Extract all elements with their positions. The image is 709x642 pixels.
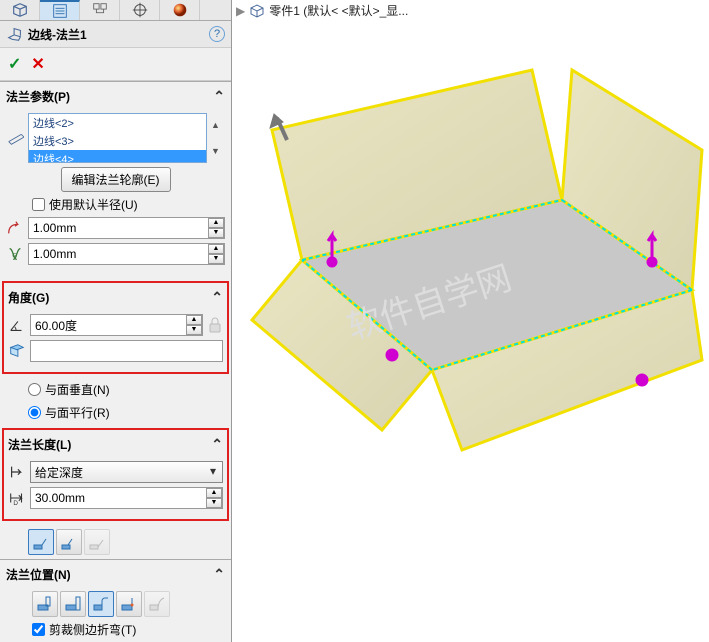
trim-side-bends-label: 剪裁侧边折弯(T) bbox=[49, 621, 136, 638]
list-icon bbox=[51, 2, 69, 20]
svg-text:G: G bbox=[12, 253, 17, 260]
section-head-position: 法兰位置(N) bbox=[6, 566, 71, 583]
length-input[interactable] bbox=[30, 487, 223, 509]
spin-up-icon[interactable]: ▲ bbox=[206, 488, 222, 498]
angle-input[interactable] bbox=[30, 314, 203, 336]
position-iconbar bbox=[32, 591, 225, 617]
model-preview-icon: 软件自学网 bbox=[232, 0, 709, 642]
panel-tabs bbox=[0, 0, 231, 21]
section-angle-highlight: 角度(G) ⌃ ▲▼ bbox=[2, 281, 229, 374]
scroll-up-icon[interactable]: ▲ bbox=[211, 120, 225, 130]
section-head-length: 法兰长度(L) bbox=[8, 436, 71, 453]
trim-side-bends-checkbox[interactable] bbox=[32, 623, 45, 636]
ok-cancel-bar: ✓ ✕ bbox=[0, 48, 231, 81]
edge-flange-icon bbox=[6, 25, 24, 43]
gap-icon: G bbox=[6, 245, 24, 263]
chevron-up-icon[interactable]: ⌃ bbox=[211, 289, 223, 306]
use-default-radius-label: 使用默认半径(U) bbox=[49, 196, 138, 213]
length-inner-virtual-icon[interactable] bbox=[56, 529, 82, 555]
list-item[interactable]: 边线<3> bbox=[29, 132, 206, 150]
length-method-combo[interactable]: 给定深度 bbox=[30, 461, 223, 483]
chevron-up-icon[interactable]: ⌃ bbox=[211, 436, 223, 453]
pos-material-outside-icon[interactable] bbox=[60, 591, 86, 617]
chevron-up-icon[interactable]: ⌃ bbox=[213, 566, 225, 583]
cancel-icon[interactable]: ✕ bbox=[31, 54, 44, 74]
tab-config-manager[interactable] bbox=[80, 0, 120, 20]
bend-radius-icon bbox=[6, 219, 24, 237]
list-item[interactable]: 边线<4> bbox=[29, 150, 206, 163]
perpendicular-label: 与面垂直(N) bbox=[45, 381, 110, 398]
edit-profile-button[interactable]: 编辑法兰轮廓(E) bbox=[61, 167, 171, 192]
spin-up-icon[interactable]: ▲ bbox=[186, 315, 202, 325]
pos-bend-outside-icon[interactable] bbox=[88, 591, 114, 617]
scroll-down-icon[interactable]: ▼ bbox=[211, 146, 225, 156]
section-head-params: 法兰参数(P) bbox=[6, 88, 70, 105]
use-default-radius-checkbox[interactable] bbox=[32, 198, 45, 211]
spin-up-icon[interactable]: ▲ bbox=[208, 218, 224, 228]
help-icon[interactable]: ? bbox=[209, 26, 225, 42]
length-icon: D bbox=[8, 489, 26, 507]
sphere-icon bbox=[171, 1, 189, 19]
svg-text:D: D bbox=[13, 500, 18, 507]
feature-title-bar: 边线-法兰1 ? bbox=[0, 21, 231, 48]
config-icon bbox=[91, 1, 109, 19]
parallel-label: 与面平行(R) bbox=[45, 404, 110, 421]
chevron-up-icon[interactable]: ⌃ bbox=[213, 88, 225, 105]
length-end-iconbar bbox=[28, 529, 229, 555]
edge-select-icon bbox=[6, 129, 24, 147]
face-ref-icon bbox=[8, 342, 26, 360]
list-item[interactable]: 边线<2> bbox=[29, 114, 206, 132]
tab-dimxpert[interactable] bbox=[120, 0, 160, 20]
section-flange-params: 法兰参数(P) ⌃ 边线<2> 边线<3> 边线<4> ▲ ▼ 编辑法兰轮廓(E… bbox=[0, 81, 231, 277]
tab-property-manager[interactable] bbox=[40, 0, 80, 20]
depth-type-icon bbox=[8, 463, 26, 481]
feature-title-text: 边线-法兰1 bbox=[28, 26, 87, 43]
target-icon bbox=[131, 1, 149, 19]
spin-up-icon[interactable]: ▲ bbox=[208, 244, 224, 254]
parallel-radio[interactable] bbox=[28, 406, 41, 419]
pos-material-inside-icon[interactable] bbox=[32, 591, 58, 617]
section-head-angle: 角度(G) bbox=[8, 289, 49, 306]
pos-tangent-bend-icon[interactable] bbox=[144, 591, 170, 617]
length-method-label: 给定深度 bbox=[35, 466, 83, 480]
cube-icon bbox=[11, 1, 29, 19]
spin-down-icon[interactable]: ▼ bbox=[208, 228, 224, 238]
spin-down-icon[interactable]: ▼ bbox=[206, 498, 222, 508]
lock-icon[interactable] bbox=[207, 316, 223, 334]
section-length-highlight: 法兰长度(L) ⌃ 给定深度 D ▲▼ bbox=[2, 428, 229, 521]
section-position: 法兰位置(N) ⌃ 剪裁侧边折弯(T) 等距(F) bbox=[0, 559, 231, 642]
pos-virtual-sharp-icon[interactable] bbox=[116, 591, 142, 617]
perpendicular-radio[interactable] bbox=[28, 383, 41, 396]
gap-input[interactable] bbox=[28, 243, 225, 265]
radius-input[interactable] bbox=[28, 217, 225, 239]
spin-down-icon[interactable]: ▼ bbox=[208, 254, 224, 264]
property-manager-panel: 边线-法兰1 ? ✓ ✕ 法兰参数(P) ⌃ 边线<2> 边线<3> 边线<4>… bbox=[0, 0, 232, 642]
tab-feature-tree[interactable] bbox=[0, 0, 40, 20]
face-reference-input[interactable] bbox=[30, 340, 223, 362]
spin-down-icon[interactable]: ▼ bbox=[186, 325, 202, 335]
ok-icon[interactable]: ✓ bbox=[8, 54, 21, 74]
graphics-viewport[interactable]: ▶ 零件1 (默认< <默认>_显... bbox=[232, 0, 709, 642]
tab-appearance[interactable] bbox=[160, 0, 200, 20]
angle-icon bbox=[8, 316, 26, 334]
length-tangent-icon[interactable] bbox=[84, 529, 110, 555]
edge-selection-list[interactable]: 边线<2> 边线<3> 边线<4> bbox=[28, 113, 207, 163]
length-outer-virtual-icon[interactable] bbox=[28, 529, 54, 555]
